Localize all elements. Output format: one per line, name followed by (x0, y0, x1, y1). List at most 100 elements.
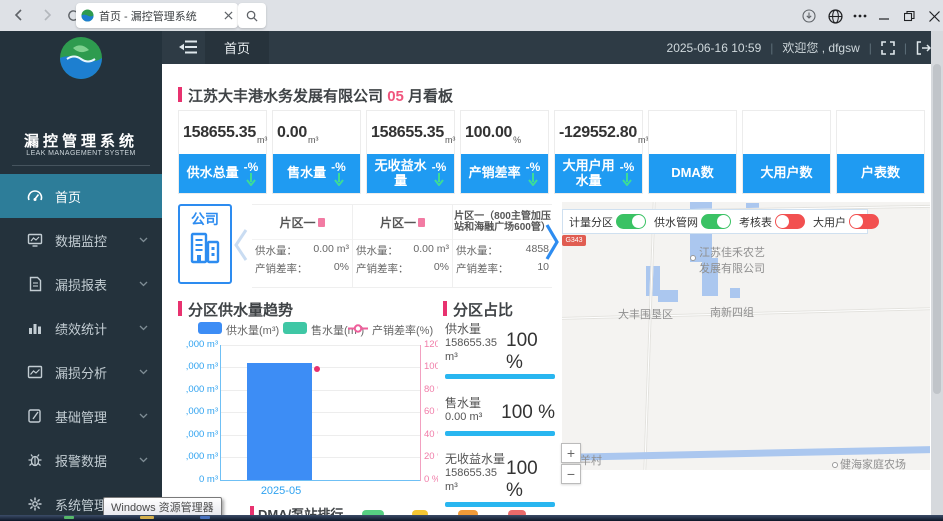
district-panel[interactable]: 片区一 供水量：0.00 m³ 产销差率：0% (252, 205, 352, 287)
nrw-rate-point[interactable] (314, 366, 320, 372)
y-tick-right: 60 % (424, 406, 438, 417)
map-label-district: 大丰围垦区 (618, 306, 673, 322)
sidebar-nav: 首页 数据监控 漏损报表 绩效统计 漏损分析 (0, 174, 162, 521)
legend-line-marker[interactable] (348, 324, 368, 333)
forward-icon (41, 9, 53, 21)
download-button[interactable] (800, 7, 818, 25)
sidebar-item-home[interactable]: 首页 (0, 174, 162, 218)
supply-bar-2025-05[interactable] (247, 363, 312, 480)
sidebar-item-data-monitor[interactable]: 数据监控 (0, 218, 162, 262)
toggle-switch-off[interactable] (775, 214, 805, 229)
y-tick-right: 40 % (424, 429, 438, 440)
search-icon (246, 10, 258, 22)
chevron-left-icon (234, 228, 248, 262)
page-scrollbar-thumb[interactable] (933, 64, 941, 394)
tab-search-button[interactable] (238, 3, 266, 28)
ratio-progress-bar (445, 431, 555, 436)
kpi-button-supply-total[interactable]: 供水总量-% (179, 154, 266, 193)
kpi-button-meter-count[interactable]: 户表数 (837, 154, 924, 193)
panel-flag-icon (318, 218, 325, 227)
gridline (221, 345, 420, 346)
map-zoom-out-button[interactable]: − (561, 464, 581, 484)
district-panel-title: 片区一（800主管加压站和海融广场600管） (453, 205, 552, 240)
road-number-badge: G343 (562, 235, 586, 246)
bar-chart-icon (27, 320, 43, 336)
y-tick-left: ,000 m³ (172, 384, 218, 395)
y-tick-right: 100 % (424, 361, 438, 372)
browser-menu-globe-button[interactable] (826, 7, 844, 25)
sidebar-item-basic-management[interactable]: 基础管理 (0, 394, 162, 438)
kpi-button-non-revenue[interactable]: 无收益水量-% (367, 154, 454, 193)
kpi-button-large-user-count[interactable]: 大用户数 (743, 154, 830, 193)
sidebar-item-label: 数据监控 (55, 231, 139, 250)
toggle-switch-on[interactable] (701, 214, 731, 229)
toggle-supply-network: 供水管网 (654, 214, 731, 230)
analysis-chart-icon (27, 364, 43, 380)
legend-label-supply[interactable]: 供水量(m³) (226, 322, 279, 338)
map-label-poi: 江苏佳禾农艺发展有限公司 (699, 244, 765, 276)
sidebar-item-label: 漏损分析 (55, 363, 139, 382)
sidebar-item-performance-stats[interactable]: 绩效统计 (0, 306, 162, 350)
carousel-prev-button[interactable] (234, 228, 248, 262)
fullscreen-button[interactable] (881, 41, 895, 55)
tab-close-icon[interactable] (224, 11, 233, 20)
legend-swatch-sales[interactable] (283, 322, 307, 334)
y-tick-left: ,000 m³ (172, 339, 218, 350)
legend-swatch-supply[interactable] (198, 322, 222, 334)
sidebar-item-leak-analysis[interactable]: 漏损分析 (0, 350, 162, 394)
download-icon (802, 9, 816, 23)
down-arrow-icon (246, 173, 256, 186)
page-tab-home[interactable]: 首页 (205, 31, 269, 64)
browser-forward-button[interactable] (36, 4, 58, 26)
brand-divider (12, 165, 150, 166)
window-close-button[interactable] (925, 7, 943, 25)
kpi-button-sales[interactable]: 售水量-% (273, 154, 360, 193)
browser-more-button[interactable] (851, 7, 869, 25)
sidebar-item-alarm-data[interactable]: 报警数据 (0, 438, 162, 482)
minimize-icon (879, 11, 890, 22)
separator: | (904, 41, 907, 55)
restore-icon (904, 11, 915, 22)
toggle-label: 大用户 (813, 214, 846, 230)
district-panel[interactable]: 片区一（800主管加压站和海融广场600管） 供水量：4858 产销差率：10 (452, 205, 552, 287)
y-tick-right: 0 % (424, 474, 438, 485)
monitor-icon (27, 232, 43, 248)
kpi-button-large-user-usage[interactable]: 大用户用水量-% (555, 154, 642, 193)
window-restore-button[interactable] (900, 7, 918, 25)
y-axis-right (420, 345, 421, 481)
browser-back-button[interactable] (8, 4, 30, 26)
section-accent-bar (443, 301, 447, 316)
company-card[interactable]: 公司 (178, 204, 232, 284)
toggle-switch-off[interactable] (849, 214, 879, 229)
tab-title: 首页 - 漏控管理系统 (99, 8, 219, 24)
toggle-label: 考核表 (739, 214, 772, 230)
sidebar-collapse-button[interactable] (179, 39, 198, 60)
kpi-button-nrw-rate[interactable]: 产销差率-% (461, 154, 548, 193)
carousel-next-button[interactable] (544, 222, 560, 262)
screen: 首页 - 漏控管理系统 漏控管理系 (0, 0, 943, 521)
kpi-card-nrw-rate: 100.00% 产销差率-% (460, 110, 549, 194)
separator: | (770, 41, 773, 55)
y-tick-left: ,000 m³ (172, 429, 218, 440)
toggle-label: 计量分区 (569, 214, 613, 230)
kpi-button-dma-count[interactable]: DMA数 (649, 154, 736, 193)
map-zoom-in-button[interactable]: + (561, 443, 581, 463)
windows-taskbar[interactable] (0, 515, 943, 521)
kpi-value (743, 111, 830, 154)
x-tick: 2025-05 (250, 485, 312, 497)
district-panels: 片区一 供水量：0.00 m³ 产销差率：0% 片区一 供水量：0.00 m³ … (252, 204, 552, 288)
toggle-label: 供水管网 (654, 214, 698, 230)
toggle-switch-on[interactable] (616, 214, 646, 229)
logout-button[interactable] (916, 41, 931, 55)
ratio-title: 分区占比 (453, 299, 513, 320)
y-tick-right: 80 % (424, 384, 438, 395)
district-panel[interactable]: 片区一 供水量：0.00 m³ 产销差率：0% (352, 205, 452, 287)
ratio-item-label: 售水量 (445, 394, 481, 411)
kpi-card-non-revenue: 158655.35m³ 无收益水量-% (366, 110, 455, 194)
map-canvas[interactable]: 江苏佳禾农艺发展有限公司 大丰围垦区 南新四组 羊村 健海家庭农场 (562, 202, 930, 470)
browser-tab[interactable]: 首页 - 漏控管理系统 (76, 3, 238, 28)
legend-label-nrw[interactable]: 产销差率(%) (372, 322, 433, 338)
taskbar-icon-hint (140, 516, 154, 519)
sidebar-item-leak-report[interactable]: 漏损报表 (0, 262, 162, 306)
window-minimize-button[interactable] (875, 7, 893, 25)
